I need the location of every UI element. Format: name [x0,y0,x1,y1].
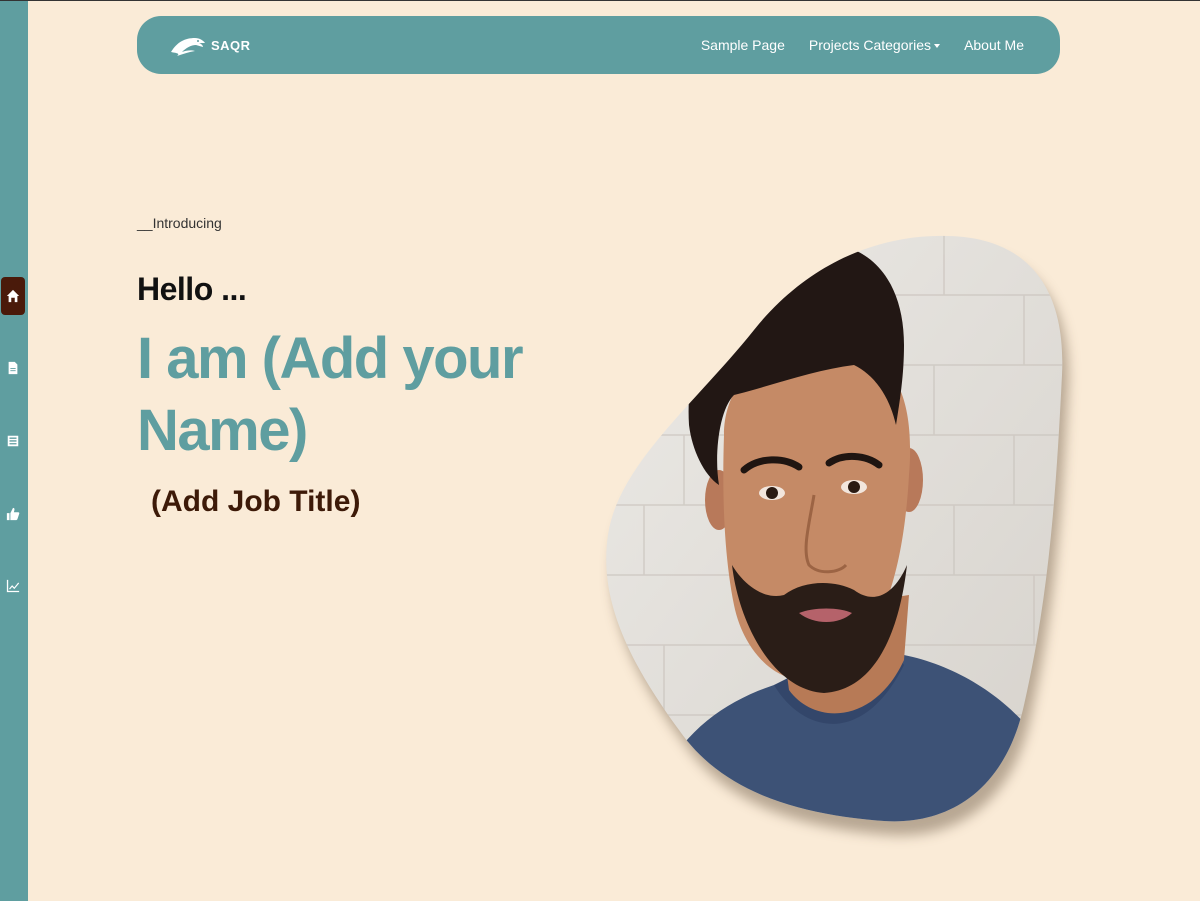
sidebar-item-chart[interactable] [1,567,25,605]
nav-projects-label: Projects Categories [808,37,932,53]
chevron-down-icon [934,43,941,48]
brand-name: SAQR [211,37,251,53]
nav-projects-dropdown[interactable]: Projects Categories [808,37,941,53]
profile-photo [604,235,1066,825]
chart-line-icon [6,579,20,593]
sidebar-item-document[interactable] [1,349,25,387]
sidebar-item-home[interactable] [1,277,25,315]
job-title: (Add Job Title) [151,485,361,518]
sidebar [0,1,28,901]
greeting-heading: Hello ... [137,271,247,307]
brand-logo[interactable]: SAQR [169,32,251,58]
sidebar-item-list[interactable] [1,422,25,460]
navbar: SAQR Sample Page Projects Categories Abo… [137,16,1060,74]
eagle-icon [171,38,205,56]
sidebar-item-likes[interactable] [1,495,25,533]
list-icon [7,435,19,447]
document-icon [8,361,18,375]
nav-links: Sample Page Projects Categories About Me [701,16,1024,74]
thumbs-up-icon [6,507,20,521]
nav-about-me[interactable]: About Me [964,37,1024,53]
name-heading: I am (Add your Name) [137,326,524,463]
home-icon [6,289,20,303]
nav-sample-page[interactable]: Sample Page [701,37,785,53]
intro-text: __Introducing [137,215,222,231]
